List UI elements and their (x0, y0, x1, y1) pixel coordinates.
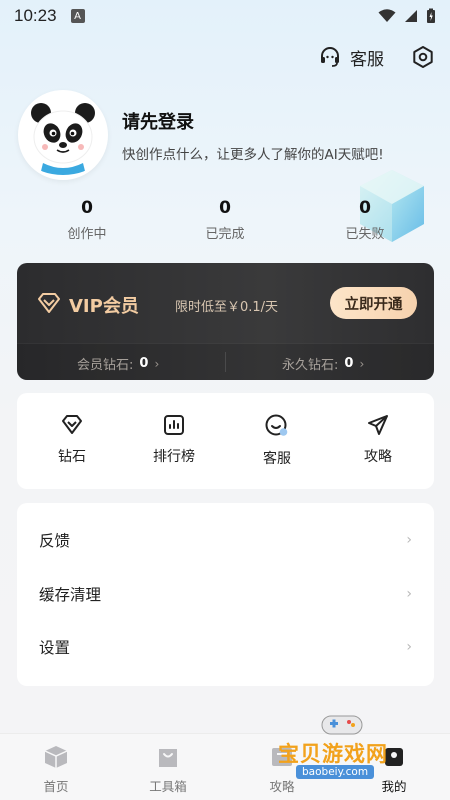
list-item-clear-cache[interactable]: 缓存清理 › (17, 567, 434, 621)
chevron-right-icon: › (406, 586, 412, 602)
quick-item-ranking[interactable]: 排行榜 (139, 413, 209, 466)
home-icon (44, 746, 68, 768)
chevron-right-icon: › (359, 356, 365, 371)
member-diamonds[interactable]: 会员钻石: 0 › (77, 354, 159, 373)
creation-stats: 0 创作中 0 已完成 0 已失败 (0, 198, 450, 246)
gamepad-logo-icon (321, 715, 363, 735)
service-icon (265, 414, 288, 436)
quick-item-label: 攻略 (364, 449, 392, 465)
stat-in-progress[interactable]: 0 创作中 (32, 198, 142, 242)
stat-failed[interactable]: 0 已失败 (310, 198, 420, 242)
nav-label: 首页 (43, 779, 69, 794)
signal-icon (405, 10, 417, 22)
permanent-diamonds-value: 0 (344, 356, 354, 371)
watermark-text: 宝贝游戏网 (278, 742, 388, 766)
stat-label: 已完成 (205, 227, 245, 242)
avatar[interactable] (18, 90, 108, 180)
toolbox-icon (159, 749, 177, 767)
settings-list: 反馈 › 缓存清理 › 设置 › (17, 503, 434, 686)
status-time: 10:23 (14, 6, 57, 25)
permanent-diamonds[interactable]: 永久钻石: 0 › (282, 354, 364, 373)
customer-service-label: 客服 (350, 49, 384, 70)
notification-icon: A (70, 9, 85, 23)
vip-promo: 限时低至￥0.1/天 (175, 300, 279, 315)
diamond-icon (62, 415, 82, 434)
list-item-label: 缓存清理 (39, 586, 102, 604)
quick-item-label: 客服 (263, 451, 291, 467)
settings-hexagon-icon (413, 46, 433, 68)
ranking-icon (164, 415, 184, 435)
nav-label: 工具箱 (149, 779, 187, 794)
chevron-right-icon: › (154, 356, 160, 371)
quick-item-label: 钻石 (58, 449, 86, 465)
permanent-diamonds-label: 永久钻石: (282, 358, 339, 373)
stat-completed[interactable]: 0 已完成 (170, 198, 280, 242)
list-item-settings[interactable]: 设置 › (17, 620, 434, 674)
vip-open-button[interactable]: 立即开通 (330, 287, 417, 319)
quick-item-diamonds[interactable]: 钻石 (37, 413, 107, 466)
chevron-right-icon: › (406, 639, 412, 655)
stat-label: 已失败 (345, 227, 385, 242)
quick-item-service[interactable]: 客服 (242, 413, 312, 468)
stat-value: 0 (359, 198, 371, 218)
panda-avatar-icon (21, 93, 105, 177)
member-diamonds-label: 会员钻石: (77, 358, 134, 373)
wifi-icon (378, 9, 396, 22)
list-item-label: 反馈 (39, 532, 71, 550)
watermark-url: baobeiy.com (296, 765, 375, 779)
quick-menu: 钻石 排行榜 客服 攻略 (17, 393, 434, 489)
vip-title: VIP会员 (69, 296, 139, 317)
customer-service-button[interactable]: 客服 (318, 45, 384, 70)
vip-diamond-balances: 会员钻石: 0 › 永久钻石: 0 › (17, 343, 434, 380)
nav-toolbox[interactable]: 工具箱 (128, 744, 208, 795)
stat-label: 创作中 (67, 227, 107, 242)
vip-diamond-icon (38, 293, 60, 313)
top-actions: 客服 (318, 44, 436, 70)
stat-value: 0 (81, 198, 93, 218)
list-item-feedback[interactable]: 反馈 › (17, 513, 434, 567)
headset-icon (321, 47, 339, 67)
profile-name[interactable]: 请先登录 (122, 108, 194, 134)
quick-item-guide[interactable]: 攻略 (343, 413, 413, 466)
settings-button[interactable] (410, 44, 436, 70)
status-indicators (378, 8, 436, 24)
list-item-label: 设置 (39, 639, 71, 657)
battery-icon (427, 8, 435, 23)
quick-item-label: 排行榜 (153, 449, 195, 465)
send-icon (368, 415, 388, 435)
stat-value: 0 (219, 198, 231, 218)
status-bar: 10:23 A (0, 0, 450, 32)
vip-card[interactable]: VIP会员 限时低至￥0.1/天 立即开通 会员钻石: 0 › 永久钻石: 0 … (17, 263, 434, 380)
chevron-right-icon: › (406, 532, 412, 548)
watermark: 宝贝游戏网 baobeiy.com (278, 708, 428, 788)
member-diamonds-value: 0 (139, 356, 149, 371)
divider (225, 352, 226, 372)
nav-home[interactable]: 首页 (16, 744, 96, 795)
profile-subtitle: 快创作点什么，让更多人了解你的AI天赋吧! (122, 147, 384, 163)
